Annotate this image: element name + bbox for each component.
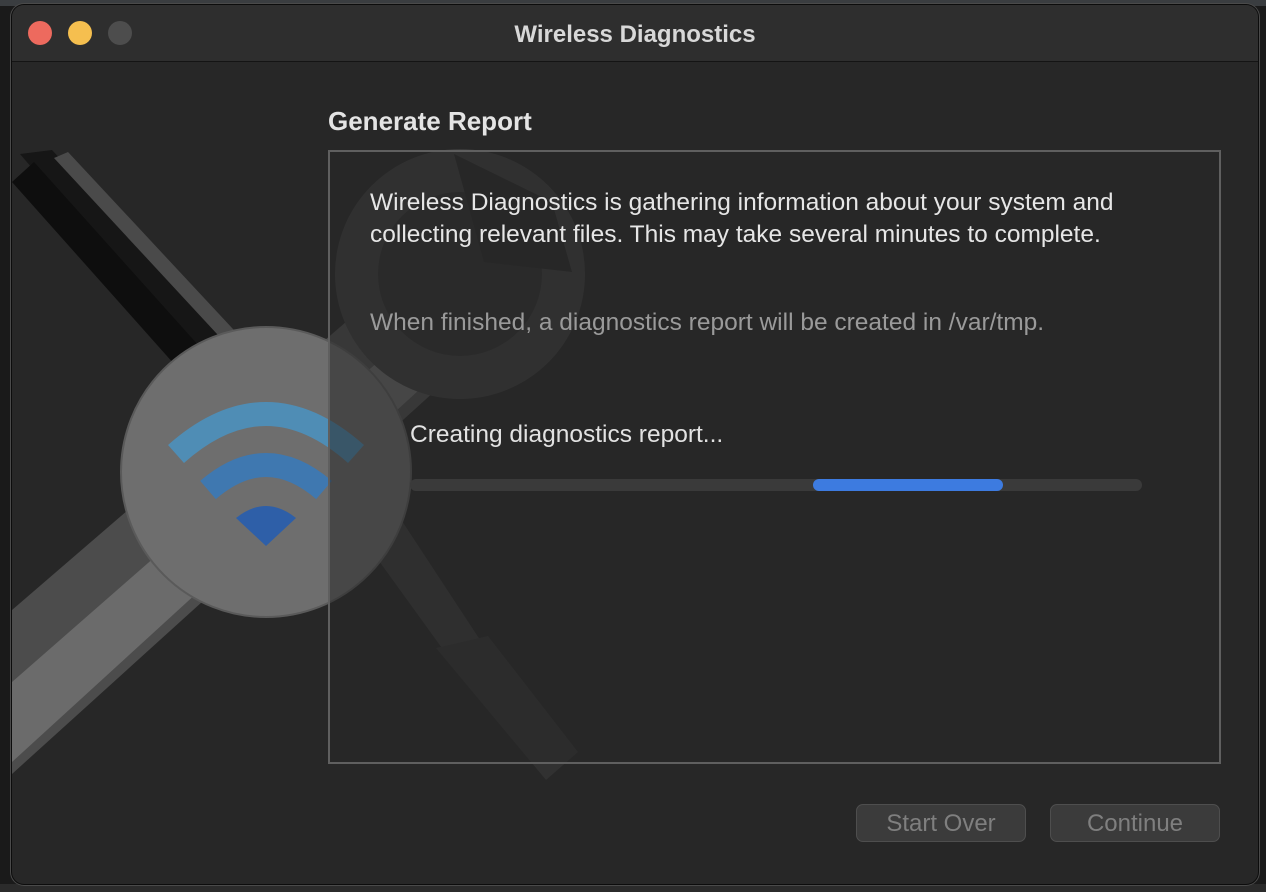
window-title: Wireless Diagnostics bbox=[514, 21, 756, 48]
content-panel: Wireless Diagnostics is gathering inform… bbox=[328, 150, 1221, 764]
title-bar: Wireless Diagnostics bbox=[12, 5, 1258, 62]
note-text: When finished, a diagnostics report will… bbox=[370, 309, 1045, 336]
progress-indicator bbox=[812, 479, 1003, 491]
start-over-button[interactable]: Start Over bbox=[856, 804, 1026, 842]
description-text: Wireless Diagnostics is gathering inform… bbox=[370, 189, 1114, 248]
page-heading: Generate Report bbox=[328, 106, 532, 136]
continue-button[interactable]: Continue bbox=[1050, 804, 1220, 842]
status-text: Creating diagnostics report... bbox=[410, 421, 724, 448]
wireless-diagnostics-window: Wireless Diagnostics Generate Report Wir… bbox=[12, 5, 1258, 884]
desktop-background-bottom bbox=[0, 884, 1266, 892]
progress-bar bbox=[410, 479, 1142, 491]
